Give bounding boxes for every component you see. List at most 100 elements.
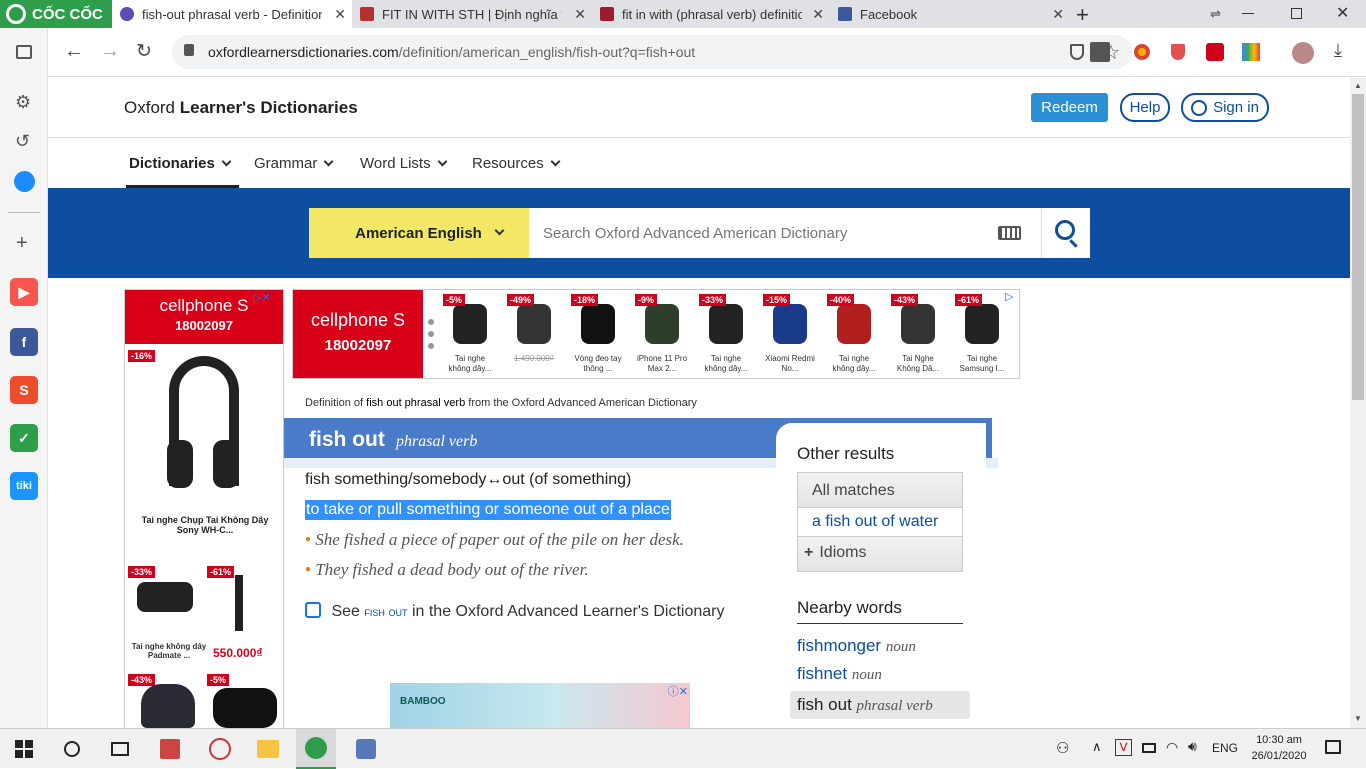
tab-fit-in-cambridge[interactable]: FIT IN WITH STH | Định nghĩa tron ✕	[352, 0, 592, 28]
help-button[interactable]: Help	[1120, 93, 1170, 122]
tab-fish-out[interactable]: fish-out phrasal verb - Definition, p ✕	[112, 0, 352, 28]
ad-product-item[interactable]: -5% Tai nghe không dây...	[443, 294, 497, 376]
carousel-dots[interactable]	[427, 316, 435, 352]
people-icon[interactable]: ⚇	[1056, 739, 1069, 757]
facebook-icon[interactable]: f	[10, 328, 38, 356]
add-sidebar-app-icon[interactable]: +	[16, 232, 28, 255]
match-link[interactable]: a fish out of water	[798, 508, 962, 537]
ad-product-item[interactable]: -9% iPhone 11 Pro Max 2...	[635, 294, 689, 376]
extension-shield-icon[interactable]	[1171, 44, 1185, 60]
site-logo[interactable]: Oxford Learner's Dictionaries	[124, 98, 358, 118]
settings-icon[interactable]: ⚙	[15, 92, 31, 113]
task-view-icon[interactable]	[106, 735, 134, 763]
page-scrollbar[interactable]: ▲ ▼	[1350, 78, 1366, 728]
minimize-icon[interactable]	[1242, 13, 1254, 14]
nearby-word-pos: phrasal verb	[856, 698, 933, 714]
nav-grammar[interactable]: Grammar	[254, 155, 334, 172]
history-icon[interactable]: ↺	[15, 131, 30, 152]
ad-phone: 18002097	[324, 337, 392, 354]
taskbar-app-icon[interactable]	[206, 735, 234, 763]
ad-choices-icon[interactable]: ⓘ✕	[668, 683, 688, 699]
ad-choices-icon[interactable]: ▷	[1005, 290, 1013, 303]
wifi-icon[interactable]: ◠	[1166, 739, 1178, 756]
maximize-icon[interactable]	[1291, 8, 1302, 19]
close-window-icon[interactable]: ✕	[1336, 3, 1349, 23]
language-indicator[interactable]: ENG	[1212, 741, 1238, 755]
ad-product-item[interactable]: -61% Tai nghe Samsung I...	[955, 294, 1009, 376]
ad-product-name: Xiaomi Redmi No...	[765, 354, 815, 373]
windows-start-icon[interactable]	[10, 735, 38, 763]
file-explorer-icon[interactable]	[254, 735, 282, 763]
sign-in-button[interactable]: Sign in	[1181, 93, 1269, 122]
scroll-down-icon[interactable]: ▼	[1354, 714, 1362, 723]
messenger-icon[interactable]	[14, 171, 35, 192]
dictionary-select[interactable]: American English	[309, 208, 529, 258]
nav-word-lists[interactable]: Word Lists	[360, 155, 448, 172]
download-page-icon[interactable]	[1090, 42, 1110, 62]
ad-product-item[interactable]: -33% Tai nghe không dây...	[699, 294, 753, 376]
nav-dictionaries[interactable]: Dictionaries	[129, 155, 232, 172]
scroll-up-icon[interactable]: ▲	[1354, 81, 1362, 90]
clock[interactable]: 10:30 am 26/01/2020	[1248, 732, 1310, 764]
side-ad[interactable]: cellphone S 18002097 ▷✕ -16% Tai nghe Ch…	[124, 289, 284, 728]
cortana-search-icon[interactable]	[58, 735, 86, 763]
tab-fit-in-macmillan[interactable]: fit in with (phrasal verb) definition ✕	[592, 0, 830, 28]
earbuds-case-image	[141, 684, 195, 728]
ad-product-item[interactable]: -49% 1.490.000₫	[507, 294, 561, 376]
coccoc-leaf-icon[interactable]: ✓	[10, 424, 38, 452]
close-tab-icon[interactable]: ✕	[1052, 6, 1064, 23]
ad-product-item[interactable]: -43% Tai Nghe Không Dâ...	[891, 294, 945, 376]
forward-icon[interactable]: →	[100, 40, 120, 63]
definition-text[interactable]: to take or pull something or someone out…	[305, 500, 671, 520]
scrollbar-thumb[interactable]	[1352, 94, 1364, 400]
profile-avatar[interactable]	[1292, 42, 1314, 64]
sidebar-toggle-icon[interactable]	[16, 45, 32, 59]
extension-chrome-icon[interactable]	[1134, 44, 1150, 60]
battery-icon[interactable]	[1142, 743, 1156, 753]
coccoc-taskbar-icon[interactable]	[296, 729, 336, 769]
tab-list-icon[interactable]: ⇌	[1210, 6, 1221, 22]
search-input[interactable]	[529, 208, 1041, 258]
bottom-ad[interactable]: BAMBOO ⓘ✕	[390, 683, 690, 728]
ad-price: 550.000₫	[213, 646, 263, 660]
address-bar[interactable]: oxfordlearnersdictionaries.com/definitio…	[172, 35, 1132, 69]
reload-icon[interactable]: ↻	[136, 40, 152, 63]
all-matches-tab[interactable]: All matches	[798, 473, 962, 508]
new-tab-button[interactable]: +	[1076, 2, 1089, 28]
keyboard-icon[interactable]	[998, 226, 1021, 240]
ad-product-item[interactable]: -40% Tai nghe không dây...	[827, 294, 881, 376]
redeem-button[interactable]: Redeem	[1031, 93, 1108, 122]
shopee-icon[interactable]: S	[10, 376, 38, 404]
tray-app-icon[interactable]: V	[1115, 739, 1132, 756]
close-tab-icon[interactable]: ✕	[334, 6, 346, 23]
downloads-icon[interactable]: ⤓	[1334, 40, 1342, 61]
ad-product-item[interactable]: -15% Xiaomi Redmi No...	[763, 294, 817, 376]
see-also-link[interactable]: See fish out in the Oxford Advanced Lear…	[305, 602, 725, 621]
taskbar-app-icon[interactable]	[352, 735, 380, 763]
close-tab-icon[interactable]: ✕	[812, 6, 824, 23]
browser-logo[interactable]: CỐC CỐC	[0, 0, 112, 28]
extension-color-icon[interactable]	[1242, 43, 1260, 61]
taskbar-app-icon[interactable]	[156, 735, 184, 763]
shield-icon[interactable]	[1070, 44, 1084, 60]
ad-product-item[interactable]: -18% Vòng đeo tay thông ...	[571, 294, 625, 376]
volume-icon[interactable]: 🔊︎	[1188, 738, 1197, 755]
extension-red-icon[interactable]	[1206, 43, 1224, 61]
ad-choices-icon[interactable]: ▷✕	[253, 291, 271, 304]
search-icon	[1055, 220, 1075, 240]
idioms-tab[interactable]: + Idioms	[798, 537, 962, 571]
nearby-word[interactable]: fishnet noun	[797, 664, 882, 684]
back-icon[interactable]: ←	[64, 40, 84, 63]
youtube-icon[interactable]: ▶	[10, 278, 38, 306]
tray-chevron-icon[interactable]: ∧	[1092, 739, 1102, 755]
nearby-word-pos: noun	[885, 639, 916, 655]
search-button[interactable]	[1041, 208, 1090, 258]
ad-phone: 18002097	[175, 318, 233, 333]
top-ad-banner[interactable]: cellphone S 18002097 -5% Tai nghe không d…	[292, 289, 1020, 379]
close-tab-icon[interactable]: ✕	[574, 6, 586, 23]
nearby-word[interactable]: fishmonger noun	[797, 636, 916, 656]
tab-facebook[interactable]: Facebook ✕	[830, 0, 1070, 28]
nav-resources[interactable]: Resources	[472, 155, 561, 172]
tiki-icon[interactable]: tiki	[10, 472, 38, 500]
notification-icon[interactable]	[1325, 740, 1341, 754]
